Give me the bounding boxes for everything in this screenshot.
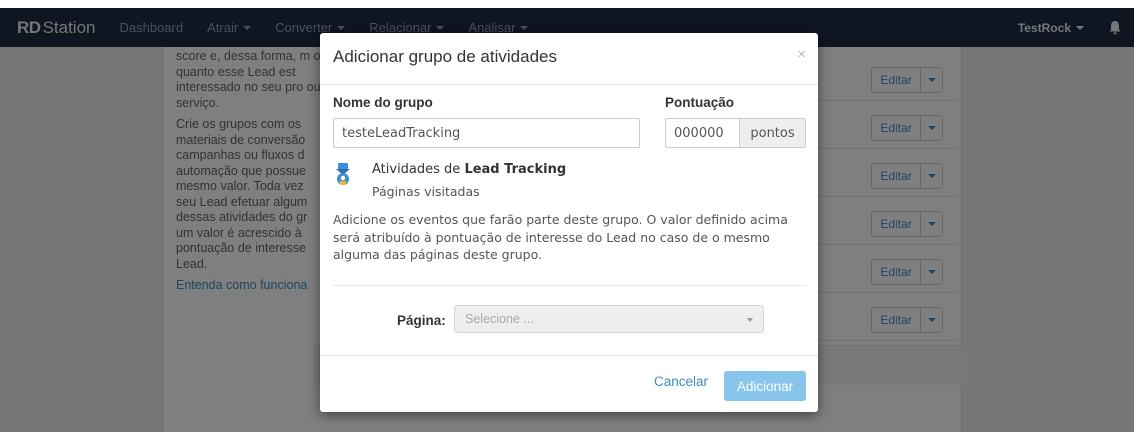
chevron-down-icon: [747, 318, 753, 322]
close-icon[interactable]: ×: [797, 46, 806, 63]
activity-subtitle: Páginas visitadas: [372, 184, 480, 199]
modal-title: Adicionar grupo de atividades: [333, 47, 557, 66]
modal-header: Adicionar grupo de atividades ×: [320, 33, 818, 85]
modal-footer: Cancelar Adicionar: [320, 355, 818, 412]
score-unit-addon: pontos: [740, 118, 806, 148]
add-button[interactable]: Adicionar: [724, 371, 806, 401]
description-text: Adicione os eventos que farão parte dest…: [333, 212, 788, 262]
score-input[interactable]: 000000: [665, 118, 740, 148]
activity-title: Atividades de Lead Tracking: [372, 162, 566, 177]
activity-title-bold: Lead Tracking: [464, 162, 567, 177]
score-label: Pontuação: [665, 95, 735, 110]
lead-tracking-icon: [336, 163, 350, 185]
page-label: Página:: [397, 313, 446, 328]
add-activity-group-modal: Adicionar grupo de atividades × Nome do …: [320, 33, 818, 412]
cancel-button[interactable]: Cancelar: [654, 374, 708, 389]
group-name-label: Nome do grupo: [333, 95, 433, 110]
divider: [332, 285, 806, 286]
page-select[interactable]: Selecione ...: [454, 305, 764, 333]
activity-title-prefix: Atividades de: [372, 162, 465, 177]
group-name-input[interactable]: testeLeadTracking: [333, 118, 640, 148]
page-select-placeholder: Selecione ...: [465, 312, 534, 326]
